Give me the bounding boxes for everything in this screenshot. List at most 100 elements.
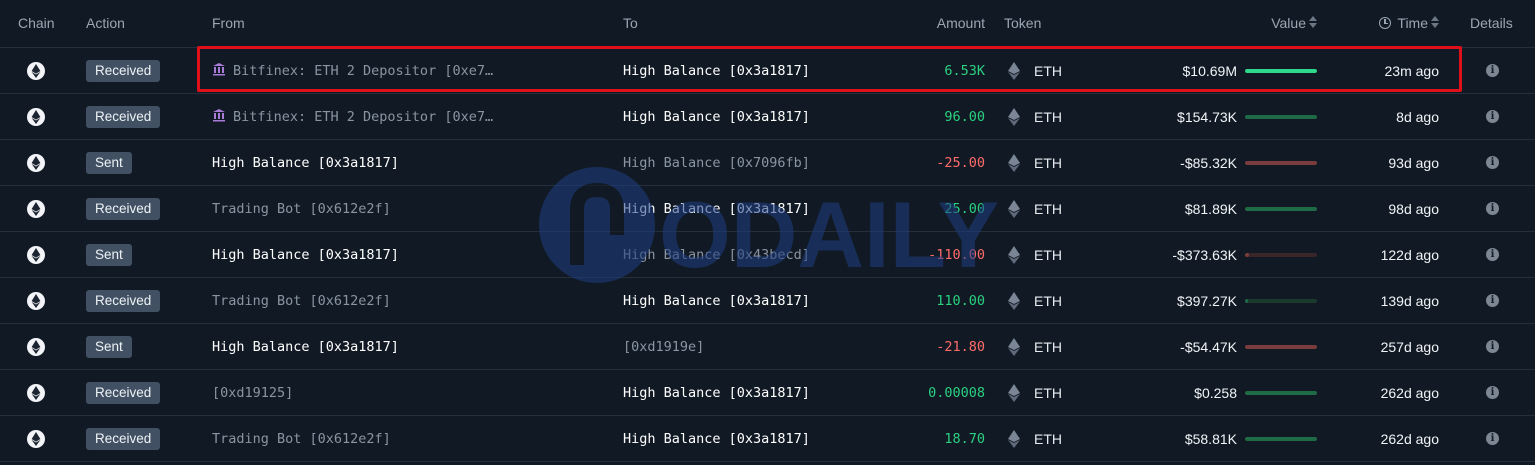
clock-icon [1379,17,1392,29]
usd-value: -$373.63K [1172,246,1237,263]
details-button[interactable]: i [1486,416,1500,461]
amount-value: 96.00 [944,108,985,125]
from-address[interactable]: Trading Bot [0x612e2f] [212,186,512,231]
eth-token-icon [1008,429,1020,448]
token-cell: ETH [1008,416,1062,461]
to-address[interactable]: High Balance [0x3a1817] [623,94,810,139]
from-address[interactable]: High Balance [0x3a1817] [212,232,512,277]
info-icon: i [1486,294,1499,307]
from-address[interactable]: Trading Bot [0x612e2f] [212,416,512,461]
action-cell: Received [86,48,161,93]
token-cell: ETH [1008,48,1062,93]
usd-value: $10.69M [1182,62,1237,79]
to-address[interactable]: High Balance [0x3a1817] [623,186,810,231]
to-address[interactable]: [0xd1919e] [623,324,704,369]
ethereum-icon [27,429,45,448]
ethereum-icon [27,61,45,80]
time-ago: 139d ago [1380,292,1439,309]
value-bar [1245,278,1317,323]
amount-value: 0.00008 [928,384,985,401]
table-row[interactable]: Received Trading Bot [0x612e2f] High Bal… [0,186,1535,232]
usd-value: $0.258 [1194,384,1237,401]
from-label: High Balance [0x3a1817] [212,246,399,263]
table-row[interactable]: Received Trading Bot [0x612e2f] High Bal… [0,416,1535,462]
action-badge: Received [86,105,161,128]
action-cell: Received [86,278,161,323]
amount-value: -25.00 [936,154,985,171]
from-address[interactable]: Bitfinex: ETH 2 Depositor [0xe7… [212,94,512,139]
to-address[interactable]: High Balance [0x3a1817] [623,278,810,323]
amount-value: 6.53K [944,62,985,79]
table-row[interactable]: Sent High Balance [0x3a1817] High Balanc… [0,232,1535,278]
from-address[interactable]: Bitfinex: ETH 2 Depositor [0xe7… [212,48,512,93]
from-address[interactable]: High Balance [0x3a1817] [212,324,512,369]
to-address[interactable]: High Balance [0x3a1817] [623,416,810,461]
info-icon: i [1486,432,1499,445]
header-to: To [623,15,638,31]
ethereum-icon [27,245,45,264]
time-ago: 93d ago [1388,154,1439,171]
table-row[interactable]: Received [0xd19125] High Balance [0x3a18… [0,370,1535,416]
from-address[interactable]: High Balance [0x3a1817] [212,140,512,185]
chain-cell [27,278,45,323]
details-button[interactable]: i [1486,278,1500,323]
ethereum-icon [27,199,45,218]
details-button[interactable]: i [1486,232,1500,277]
table-row[interactable]: Sent High Balance [0x3a1817] High Balanc… [0,140,1535,186]
to-address[interactable]: High Balance [0x3a1817] [623,370,810,415]
info-icon: i [1486,110,1499,123]
chain-cell [27,232,45,277]
from-label: Trading Bot [0x612e2f] [212,430,391,447]
sort-icon [1309,15,1317,29]
action-cell: Sent [86,140,132,185]
time-ago: 262d ago [1380,384,1439,401]
from-label: Bitfinex: ETH 2 Depositor [0xe7… [233,62,494,79]
from-address[interactable]: Trading Bot [0x612e2f] [212,278,512,323]
details-button[interactable]: i [1486,94,1500,139]
header-time: Time [1397,15,1428,31]
table-row[interactable]: Received Bitfinex: ETH 2 Depositor [0xe7… [0,94,1535,140]
details-button[interactable]: i [1486,370,1500,415]
value-bar [1245,140,1317,185]
chain-cell [27,416,45,461]
token-symbol: ETH [1034,154,1062,171]
action-badge: Received [86,289,161,312]
details-button[interactable]: i [1486,324,1500,369]
details-button[interactable]: i [1486,140,1500,185]
to-address[interactable]: High Balance [0x7096fb] [623,140,810,185]
usd-value: $154.73K [1177,108,1237,125]
token-cell: ETH [1008,186,1062,231]
from-address[interactable]: [0xd19125] [212,370,512,415]
details-button[interactable]: i [1486,186,1500,231]
action-badge: Received [86,427,161,450]
table-header: Chain Action From To Amount Token Value … [0,0,1535,48]
action-badge: Sent [86,151,132,174]
info-icon: i [1486,64,1499,77]
bank-icon [212,62,226,80]
details-button[interactable]: i [1486,48,1500,93]
chain-cell [27,94,45,139]
amount-value: 25.00 [944,200,985,217]
header-value-sort[interactable]: Value [1271,15,1317,31]
action-cell: Received [86,370,161,415]
to-address[interactable]: High Balance [0x43becd] [623,232,810,277]
token-symbol: ETH [1034,384,1062,401]
from-label: Bitfinex: ETH 2 Depositor [0xe7… [233,108,494,125]
header-time-sort[interactable]: Time [1379,15,1439,31]
eth-token-icon [1008,291,1020,310]
ethereum-icon [27,291,45,310]
table-row[interactable]: Sent High Balance [0x3a1817] [0xd1919e] … [0,324,1535,370]
token-symbol: ETH [1034,108,1062,125]
token-symbol: ETH [1034,246,1062,263]
to-address[interactable]: High Balance [0x3a1817] [623,48,810,93]
action-cell: Sent [86,324,132,369]
token-cell: ETH [1008,370,1062,415]
table-row[interactable]: Received Trading Bot [0x612e2f] High Bal… [0,278,1535,324]
amount-value: -110.00 [928,246,985,263]
header-chain: Chain [18,15,55,31]
bank-icon [212,108,226,126]
ethereum-icon [27,153,45,172]
info-icon: i [1486,156,1499,169]
from-label: Trading Bot [0x612e2f] [212,200,391,217]
table-row[interactable]: Received Bitfinex: ETH 2 Depositor [0xe7… [0,48,1535,94]
